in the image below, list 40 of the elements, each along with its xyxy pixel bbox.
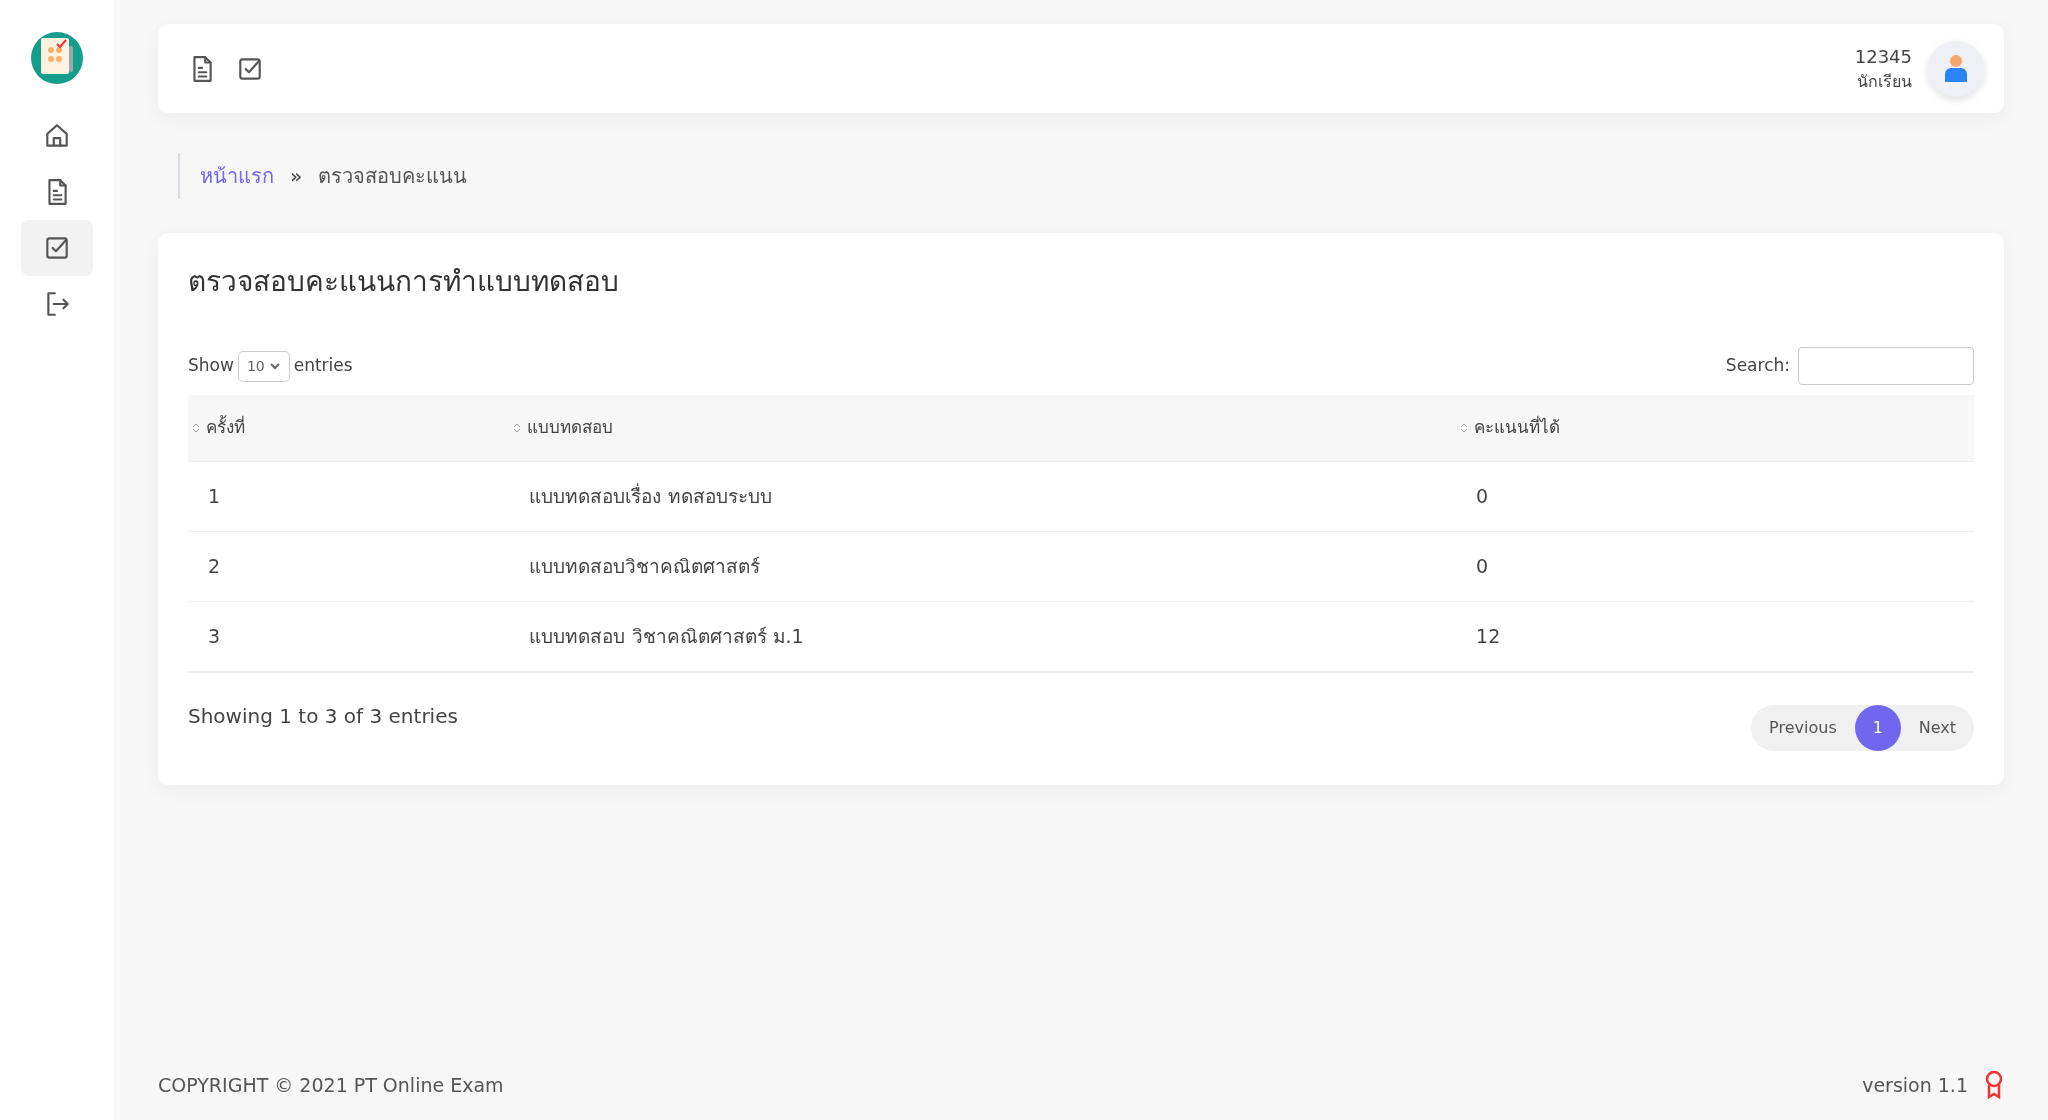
length-label: entries (293, 354, 353, 378)
breadcrumb-current: ตรวจสอบคะแนน (318, 163, 468, 190)
length-label: Show (188, 354, 234, 378)
search-label: Search: (1725, 354, 1790, 378)
table-cell: 1 (188, 461, 510, 531)
sort-icon (1460, 422, 1469, 434)
caret-icon (268, 362, 281, 370)
checkbox-icon (43, 234, 71, 262)
copyright-text: COPYRIGHT © 2021 PT Online Exam (158, 1072, 504, 1098)
table-cell: 0 (1456, 531, 1974, 601)
search-field[interactable] (1798, 347, 1974, 385)
sort-icon (513, 422, 522, 434)
column-header[interactable]: คะแนนที่ได้ (1456, 395, 1974, 461)
award-icon (1984, 1070, 2004, 1100)
column-header[interactable]: แบบทดสอบ (509, 395, 1457, 461)
table-cell: 0 (1456, 461, 1974, 531)
table-cell: แบบทดสอบเรื่อง ทดสอบระบบ (509, 461, 1457, 531)
sidebar-item[interactable] (21, 220, 93, 276)
page-size-select[interactable]: 10 (237, 350, 290, 382)
page-button[interactable]: 1 (1854, 705, 1901, 751)
user-role: นักเรียน (1856, 71, 1912, 93)
logo-icon (31, 32, 83, 84)
user-icon (1944, 53, 1968, 84)
table-cell: แบบทดสอบ วิชาคณิตศาสตร์ ม.1 (509, 601, 1457, 671)
sort-icon (192, 422, 200, 434)
breadcrumb-separator: » (290, 163, 303, 190)
checkbox-icon (236, 55, 264, 83)
breadcrumb-link[interactable]: หน้าแรก (200, 161, 274, 191)
entries-info: Showing 1 to 3 of 3 entries (188, 703, 458, 730)
column-header[interactable]: ครั้งที่ (188, 395, 510, 461)
table-cell: 3 (188, 601, 510, 671)
home-icon (43, 122, 71, 150)
user-id: 12345 (1854, 45, 1912, 69)
table-cell: แบบทดสอบวิชาคณิตศาสตร์ (509, 531, 1457, 601)
version-text: version 1.1 (1862, 1072, 1968, 1098)
page-button[interactable]: Previous (1751, 705, 1855, 751)
page-button[interactable]: Next (1900, 705, 1974, 751)
card-title: ตรวจสอบคะแนนการทำแบบทดสอบ (188, 264, 620, 300)
table-cell: 2 (188, 531, 510, 601)
table-cell: 12 (1456, 601, 1974, 671)
